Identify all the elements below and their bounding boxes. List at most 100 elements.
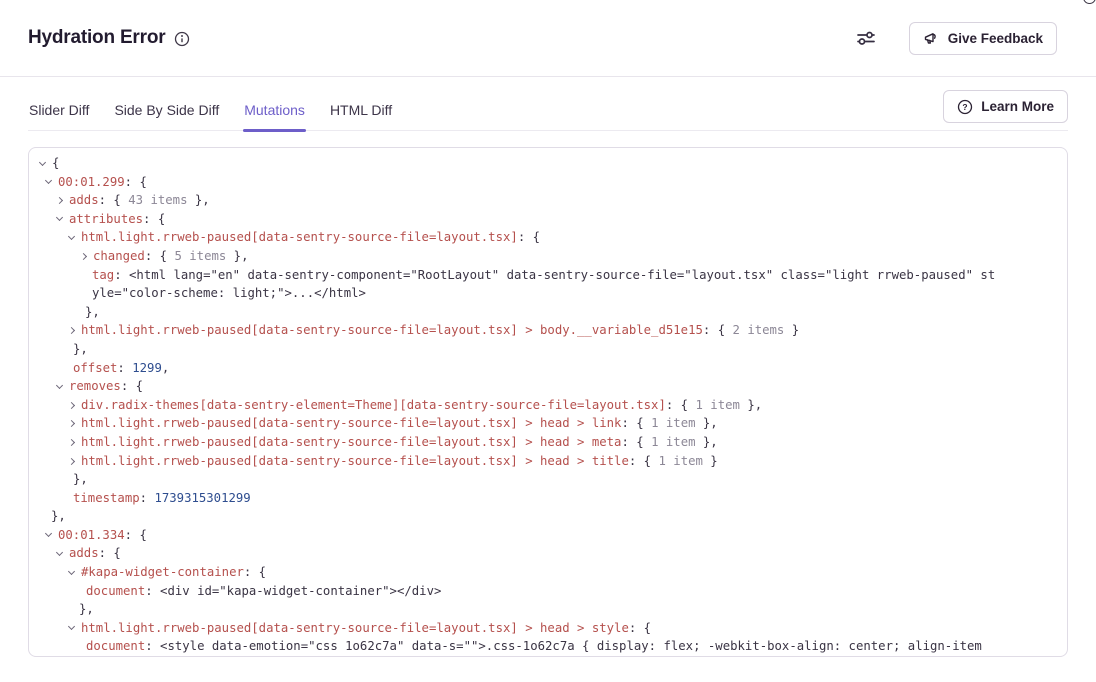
- give-feedback-button[interactable]: Give Feedback: [909, 22, 1057, 55]
- tree-value: },: [740, 398, 762, 412]
- chevron-right-icon[interactable]: [69, 414, 81, 433]
- tree-row: document: <div id="kapa-widget-container…: [29, 582, 1067, 601]
- tree-key: html.light.rrweb-paused[data-sentry-sour…: [81, 230, 518, 244]
- chevron-down-icon[interactable]: [57, 210, 69, 229]
- tree-row: html.light.rrweb-paused[data-sentry-sour…: [29, 619, 1067, 638]
- tree-row: html.light.rrweb-paused[data-sentry-sour…: [29, 228, 1067, 247]
- tree-row: document: <style data-emotion="css 1o62c…: [29, 637, 1067, 656]
- tree-value: : {: [666, 398, 696, 412]
- tab-label: Side By Side Diff: [114, 102, 219, 118]
- mutations-panel[interactable]: {00:01.299: {adds: { 43 items },attribut…: [28, 147, 1068, 657]
- tree-key: document: [86, 639, 145, 653]
- tab-label: Mutations: [244, 102, 305, 118]
- tree-value: 1 item: [651, 416, 695, 430]
- tabs: Slider Diff Side By Side Diff Mutations …: [28, 97, 1068, 131]
- chevron-right-icon[interactable]: [69, 321, 81, 340]
- tree-value: 5 items: [174, 249, 226, 263]
- chevron-down-icon[interactable]: [57, 377, 69, 396]
- give-feedback-label: Give Feedback: [948, 31, 1043, 46]
- tree-key: 00:01.299: [58, 175, 125, 189]
- tree-value: :: [145, 584, 160, 598]
- tree-row: div.radix-themes[data-sentry-element=The…: [29, 396, 1067, 415]
- chevron-right-icon[interactable]: [81, 247, 93, 266]
- chevron-right-icon[interactable]: [69, 433, 81, 452]
- tree-value: : {: [99, 193, 129, 207]
- tree-row: removes: {: [29, 377, 1067, 396]
- tree-row: yle="color-scheme: light;">...</html>: [29, 284, 1067, 303]
- tree-value: },: [226, 249, 248, 263]
- tree-key: 00:01.334: [58, 528, 125, 542]
- tree-value: :: [117, 361, 132, 375]
- tree-value: :: [140, 491, 155, 505]
- chevron-down-icon[interactable]: [46, 526, 58, 545]
- learn-more-label: Learn More: [981, 99, 1054, 114]
- tree-value: <style data-emotion="css 1o62c7a" data-s…: [160, 639, 982, 653]
- megaphone-icon: [923, 30, 940, 47]
- tree-value: : {: [629, 454, 659, 468]
- tree-value: },: [85, 305, 100, 319]
- tree-key: adds: [69, 546, 99, 560]
- svg-text:?: ?: [963, 102, 968, 112]
- tree-row: changed: { 5 items },: [29, 247, 1067, 266]
- tab-side-by-side-diff[interactable]: Side By Side Diff: [113, 96, 220, 131]
- tree-value: : {: [621, 416, 651, 430]
- tab-label: Slider Diff: [29, 102, 89, 118]
- replay-settings-icon[interactable]: [855, 27, 877, 49]
- page-title: Hydration Error: [28, 27, 190, 49]
- tree-value: },: [73, 472, 88, 486]
- tree-value: : {: [244, 565, 266, 579]
- page-title-text: Hydration Error: [28, 27, 165, 49]
- chevron-down-icon[interactable]: [69, 563, 81, 582]
- tree-value: {: [52, 156, 59, 170]
- tab-mutations[interactable]: Mutations: [243, 96, 306, 131]
- tree-value: 1 item: [651, 435, 695, 449]
- tree-value: },: [696, 435, 718, 449]
- tree-value: 1 item: [696, 398, 740, 412]
- mutations-tree: {00:01.299: {adds: { 43 items },attribut…: [29, 154, 1067, 656]
- tree-row: 00:01.299: {: [29, 173, 1067, 192]
- tree-value: },: [79, 602, 94, 616]
- tree-row: },: [29, 340, 1067, 359]
- tree-row: tag: <html lang="en" data-sentry-compone…: [29, 266, 1067, 285]
- tree-value: : {: [518, 230, 540, 244]
- tree-value: 2 items: [733, 323, 785, 337]
- tree-row: },: [29, 470, 1067, 489]
- chevron-right-icon[interactable]: [69, 396, 81, 415]
- chevron-down-icon[interactable]: [46, 173, 58, 192]
- tree-value: : {: [99, 546, 121, 560]
- tree-value: 1 item: [658, 454, 702, 468]
- tree-row: timestamp: 1739315301299: [29, 489, 1067, 508]
- tab-html-diff[interactable]: HTML Diff: [329, 96, 393, 131]
- tree-value: yle="color-scheme: light;">...</html>: [92, 286, 366, 300]
- chevron-right-icon[interactable]: [69, 452, 81, 471]
- tree-value: :: [114, 268, 129, 282]
- tree-row: adds: { 43 items },: [29, 191, 1067, 210]
- tree-value: },: [696, 416, 718, 430]
- tree-row: html.light.rrweb-paused[data-sentry-sour…: [29, 414, 1067, 433]
- tree-value: : {: [629, 621, 651, 635]
- chevron-down-icon[interactable]: [40, 154, 52, 173]
- tree-value: 1739315301299: [154, 491, 250, 505]
- tree-value: <div id="kapa-widget-container"></div>: [160, 584, 441, 598]
- learn-more-button[interactable]: ? Learn More: [943, 90, 1068, 123]
- tree-value: <html lang="en" data-sentry-component="R…: [129, 268, 995, 282]
- tree-row: adds: {: [29, 544, 1067, 563]
- tree-key: html.light.rrweb-paused[data-sentry-sour…: [81, 621, 629, 635]
- tree-value: : {: [703, 323, 733, 337]
- tree-value: : {: [125, 528, 147, 542]
- chevron-down-icon[interactable]: [57, 544, 69, 563]
- tree-key: tag: [92, 268, 114, 282]
- tree-value: : {: [125, 175, 147, 189]
- chevron-down-icon[interactable]: [69, 619, 81, 638]
- tree-key: #kapa-widget-container: [81, 565, 244, 579]
- tab-slider-diff[interactable]: Slider Diff: [28, 96, 90, 131]
- tree-key: attributes: [69, 212, 143, 226]
- tree-row: attributes: {: [29, 210, 1067, 229]
- chevron-down-icon[interactable]: [69, 228, 81, 247]
- tree-value: },: [51, 509, 66, 523]
- tree-key: offset: [73, 361, 117, 375]
- chevron-right-icon[interactable]: [57, 191, 69, 210]
- tree-row: html.light.rrweb-paused[data-sentry-sour…: [29, 321, 1067, 340]
- info-icon[interactable]: [174, 31, 190, 47]
- header-actions: Give Feedback: [855, 22, 1057, 55]
